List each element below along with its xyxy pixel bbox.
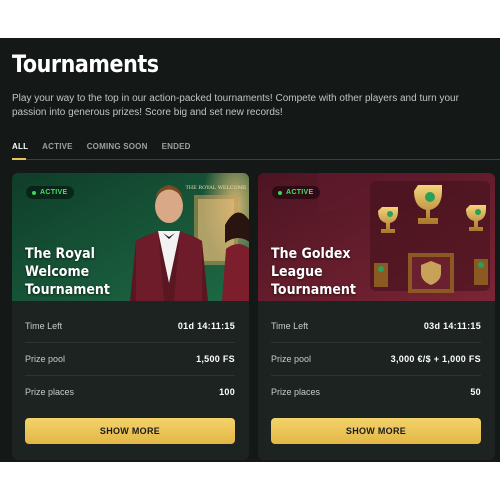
prize-pool-row: Prize pool 1,500 FS xyxy=(25,343,235,376)
tournament-title: The Royal Welcome Tournament xyxy=(25,246,110,298)
tabs-divider xyxy=(12,159,500,160)
status-badge: ACTIVE xyxy=(272,186,321,199)
page-description: Play your way to the top in our action-p… xyxy=(12,93,459,118)
tab-ended[interactable]: ENDED xyxy=(162,142,191,151)
status-dot-icon xyxy=(32,190,36,195)
tournament-banner: ACTIVE The Goldex League Tournament xyxy=(258,173,495,301)
time-left-row: Time Left 01d 14:11:15 xyxy=(25,310,235,343)
show-more-button[interactable]: SHOW MORE xyxy=(271,418,481,444)
tournament-card-royal-welcome: THE ROYAL WELCOME ACTIVE The Royal Welco… xyxy=(12,173,249,460)
tab-active[interactable]: ACTIVE xyxy=(42,142,73,151)
tab-coming-soon[interactable]: COMING SOON xyxy=(87,142,148,151)
tournament-banner: THE ROYAL WELCOME ACTIVE The Royal Welco… xyxy=(12,173,249,301)
active-tab-indicator xyxy=(12,158,26,160)
tournament-card-goldex-league: ACTIVE The Goldex League Tournament Time… xyxy=(258,173,495,460)
prize-pool-row: Prize pool 3,000 €/$ + 1,000 FS xyxy=(271,343,481,376)
tournament-title: The Goldex League Tournament xyxy=(271,246,356,298)
status-badge: ACTIVE xyxy=(26,186,75,199)
tournament-tabs: ALL ACTIVE COMING SOON ENDED xyxy=(12,142,191,151)
page-title: Tournaments xyxy=(12,50,159,78)
tournaments-page: Tournaments Play your way to the top in … xyxy=(0,38,500,462)
prize-places-row: Prize places 50 xyxy=(271,387,481,397)
tab-all[interactable]: ALL xyxy=(12,142,28,151)
time-left-row: Time Left 03d 14:11:15 xyxy=(271,310,481,343)
status-dot-icon xyxy=(278,190,282,195)
banner-sign-text: THE ROYAL WELCOME xyxy=(185,185,246,191)
prize-places-row: Prize places 100 xyxy=(25,387,235,397)
show-more-button[interactable]: SHOW MORE xyxy=(25,418,235,444)
